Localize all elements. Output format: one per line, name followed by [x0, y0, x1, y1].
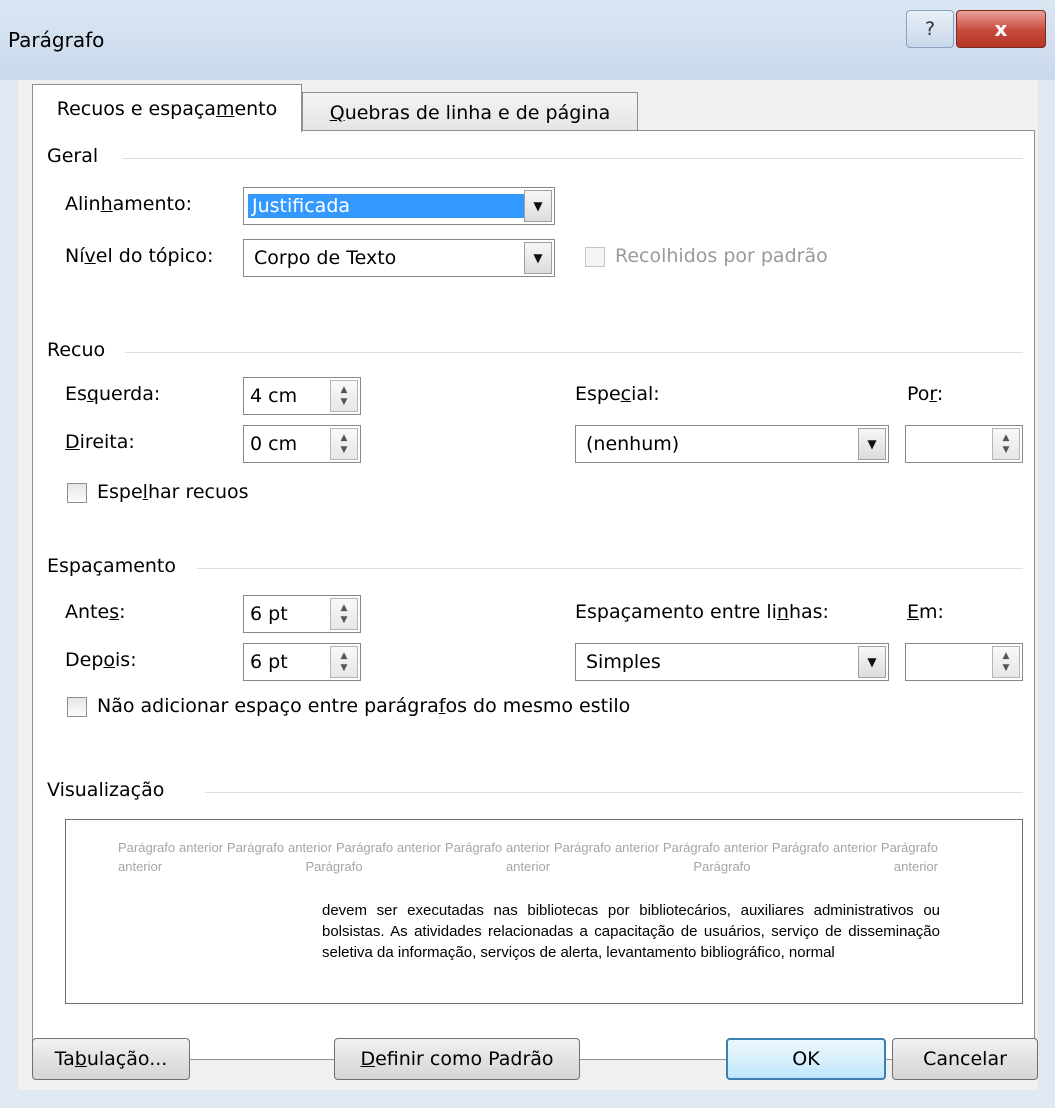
- recuo-heading: Recuo: [47, 339, 106, 361]
- alignment-label: Alinhamento:: [65, 193, 193, 215]
- spacing-after-spinner[interactable]: 6 pt ▲ ▼: [243, 643, 361, 681]
- spinner-arrows-icon[interactable]: ▲ ▼: [330, 598, 358, 630]
- window-title: Parágrafo: [8, 28, 105, 52]
- left-indent-label: Esquerda:: [65, 383, 161, 405]
- special-value: (nenhum): [586, 433, 680, 455]
- at-label: Em:: [907, 601, 944, 623]
- preview-current-paragraph: devem ser executadas nas bibliotecas por…: [322, 902, 940, 961]
- right-indent-spinner[interactable]: 0 cm ▲ ▼: [243, 425, 361, 463]
- title-bar: Parágrafo ? x: [0, 0, 1055, 80]
- preview-previous-paragraph: Parágrafo anterior Parágrafo anterior Pa…: [118, 840, 938, 874]
- geral-heading: Geral: [47, 145, 99, 167]
- geral-divider: [123, 158, 1023, 159]
- visualizacao-heading: Visualização: [47, 779, 165, 801]
- help-icon: ?: [924, 18, 936, 40]
- special-dropdown[interactable]: (nenhum) ▼: [575, 425, 889, 463]
- visualizacao-divider: [205, 792, 1023, 793]
- collapsed-by-default-label: Recolhidos por padrão: [615, 245, 828, 267]
- special-label: Especial:: [575, 383, 660, 405]
- right-indent-value: 0 cm: [250, 433, 298, 455]
- recuo-divider: [125, 352, 1023, 353]
- spacing-before-spinner[interactable]: 6 pt ▲ ▼: [243, 595, 361, 633]
- spinner-arrows-icon[interactable]: ▲ ▼: [330, 646, 358, 678]
- espacamento-divider: [197, 568, 1023, 569]
- spacing-after-label: Depois:: [65, 649, 137, 671]
- spacing-after-value: 6 pt: [250, 651, 288, 673]
- ok-button[interactable]: OK: [726, 1038, 886, 1080]
- close-icon: x: [994, 17, 1008, 41]
- spinner-arrows-icon[interactable]: ▲ ▼: [992, 646, 1020, 678]
- chevron-down-icon[interactable]: ▼: [524, 190, 552, 222]
- dont-add-space-checkbox[interactable]: [67, 697, 87, 717]
- dialog-body: Recuos e espaça m ento Quebras de linha e …: [18, 80, 1038, 1090]
- tab-panel: Geral Alinhamento: Justificada ▼ Nível d…: [32, 130, 1035, 1060]
- spinner-arrows-icon[interactable]: ▲ ▼: [992, 428, 1020, 460]
- spinner-arrows-icon[interactable]: ▲ ▼: [330, 428, 358, 460]
- alignment-dropdown[interactable]: Justificada ▼: [243, 187, 555, 225]
- tab-indents-spacing[interactable]: Recuos e espaça m ento: [32, 84, 302, 132]
- line-spacing-label: Espaçamento entre linhas:: [575, 601, 829, 623]
- by-spinner[interactable]: ▲ ▼: [905, 425, 1023, 463]
- close-button[interactable]: x: [956, 10, 1046, 48]
- by-label: Por:: [907, 383, 944, 405]
- dont-add-space-label: Não adicionar espaço entre parágrafos do…: [97, 695, 631, 717]
- left-indent-spinner[interactable]: 4 cm ▲ ▼: [243, 377, 361, 415]
- cancel-button[interactable]: Cancelar: [892, 1038, 1038, 1080]
- tab-line-page-breaks[interactable]: Quebras de linha e de página: [302, 92, 638, 132]
- mirror-indents-checkbox[interactable]: [67, 483, 87, 503]
- outline-level-value: Corpo de Texto: [254, 247, 397, 269]
- outline-level-dropdown[interactable]: Corpo de Texto ▼: [243, 239, 555, 277]
- mirror-indents-label: Espelhar recuos: [97, 481, 249, 503]
- chevron-down-icon[interactable]: ▼: [524, 242, 552, 274]
- line-spacing-value: Simples: [586, 651, 661, 673]
- chevron-down-icon[interactable]: ▼: [858, 428, 886, 460]
- at-spinner[interactable]: ▲ ▼: [905, 643, 1023, 681]
- outline-level-label: Nível do tópico:: [65, 245, 214, 267]
- spacing-before-label: Antes:: [65, 601, 126, 623]
- spacing-before-value: 6 pt: [250, 603, 288, 625]
- spinner-arrows-icon[interactable]: ▲ ▼: [330, 380, 358, 412]
- right-indent-label: Direita:: [65, 431, 135, 453]
- alignment-value: Justificada: [248, 194, 526, 218]
- line-spacing-dropdown[interactable]: Simples ▼: [575, 643, 889, 681]
- preview-box: Parágrafo anterior Parágrafo anterior Pa…: [65, 819, 1023, 1004]
- collapsed-by-default-checkbox[interactable]: [585, 247, 605, 267]
- espacamento-heading: Espaçamento: [47, 555, 177, 577]
- set-as-default-button[interactable]: Definir como Padrão: [334, 1038, 580, 1080]
- tabs-button[interactable]: Ta b ulação...: [32, 1038, 190, 1080]
- chevron-down-icon[interactable]: ▼: [858, 646, 886, 678]
- left-indent-value: 4 cm: [250, 385, 298, 407]
- help-button[interactable]: ?: [906, 10, 954, 48]
